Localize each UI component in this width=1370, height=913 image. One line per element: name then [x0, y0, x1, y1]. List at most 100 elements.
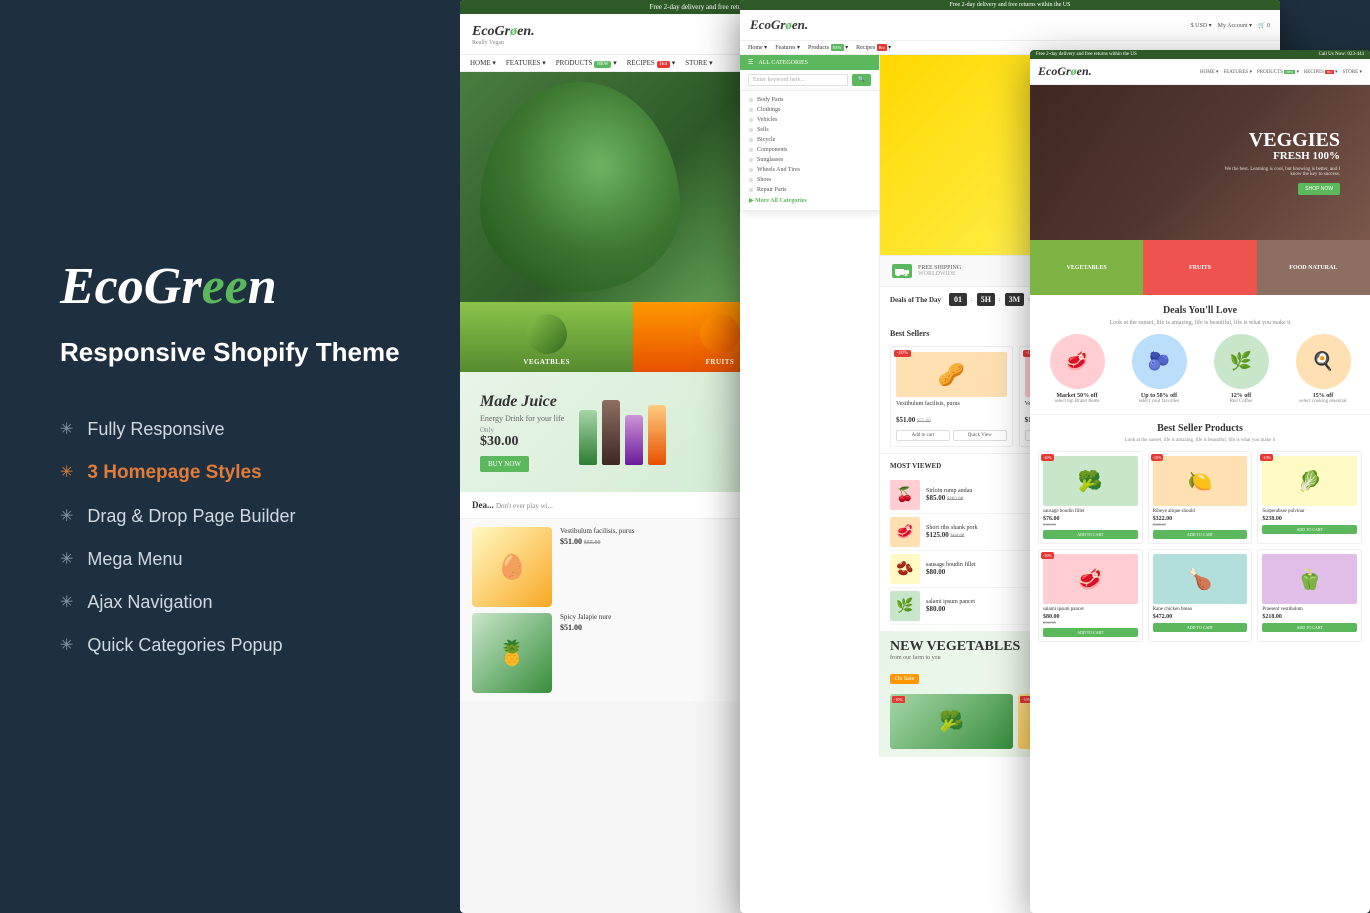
mock3-deals: Deals You'll Love Look at the sunset, li…	[1030, 295, 1370, 414]
mock3-shop-now-btn[interactable]: SHOP NOW	[1298, 183, 1340, 195]
mock2-mv-info-3: sausage boudin fillet $80.00	[926, 562, 976, 576]
mock2-mv-price-3: $80.00	[926, 568, 976, 576]
mock2-mv-price-2: $125.00 $64.00	[926, 531, 978, 539]
mock2-mv-price-4: $80.00	[926, 605, 975, 613]
mock3-prod-name-2: Ribeye alique should	[1153, 509, 1248, 514]
left-panel: EcoGreen Responsive Shopify Theme ✳ Full…	[0, 0, 460, 913]
mock2-nav-home[interactable]: Home ▾	[748, 44, 767, 51]
mock2-account[interactable]: My Account ▾	[1218, 22, 1252, 29]
mock3-deal-desc-3: select cooking essential	[1284, 399, 1362, 404]
mock2-topbar: Free 2-day delivery and free returns wit…	[740, 0, 1280, 10]
mock2-mv-old-1: $102.00	[947, 497, 963, 502]
mock2-dropdown: Body Parts Clothings Vehicles Sells Bicy…	[740, 90, 880, 211]
mock2-drop-6[interactable]: Components	[741, 145, 879, 155]
mock2-mv-img-2: 🥩	[890, 517, 920, 547]
mock2-veg-badge-1: -10%	[892, 696, 905, 703]
mock3-product-3: -10% 🥬 Suspendisse pulvinar $238.00 ADD …	[1257, 451, 1362, 544]
mock1-nav-products[interactable]: PRODUCTS NEW ▾	[556, 59, 617, 67]
mock3-deals-row: 🥩 Market 50% off select top Brand Items …	[1038, 334, 1362, 404]
timer-h: 01	[949, 293, 967, 306]
feature-item-3: ✳ Mega Menu	[60, 549, 410, 570]
mock2-drop-5[interactable]: Bicycle	[741, 135, 879, 145]
mock2-search-input[interactable]: Enter keyword here...	[748, 74, 848, 86]
feature-item-1: ✳ 3 Homepage Styles	[60, 462, 410, 484]
mock2-sidebar: ☰ ALL CATEGORIES Enter keyword here... 🔍…	[740, 55, 880, 757]
mock2-drop-3[interactable]: Vehicles	[741, 115, 879, 125]
mock2-nav-features[interactable]: Features ▾	[775, 44, 800, 51]
mock2-mv-info-2: Short ribs shank pork $125.00 $64.00	[926, 525, 978, 539]
mock3-add-cart-6[interactable]: ADD TO CART	[1262, 623, 1357, 632]
mock1-nav-features[interactable]: FEATURES ▾	[506, 59, 546, 67]
mock3-add-cart-2[interactable]: ADD TO CART	[1153, 530, 1248, 539]
mock3-recipes-nav[interactable]: RECIPES Hot ▾	[1304, 69, 1338, 75]
mock3-badge-4: -10%	[1041, 552, 1054, 559]
mock2-quick-view-1[interactable]: Quick View	[953, 430, 1007, 441]
mock3-hero-fresh: FRESH 100%	[1220, 150, 1340, 162]
mock3-deal-desc-2: Red Coffee	[1202, 399, 1280, 404]
mock3-products-nav[interactable]: PRODUCTS NEW ▾	[1257, 69, 1299, 75]
mock1-juice-text: Made Juice Energy Drink for your life On…	[480, 393, 564, 472]
mock3-deal-0: 🥩 Market 50% off select top Brand Items	[1038, 334, 1116, 404]
feature-label-3: Mega Menu	[87, 549, 182, 570]
bullet-icon-2: ✳	[60, 509, 73, 525]
mock3-products-grid: -10% 🥦 sausage boudin fillet $76.00 $100…	[1038, 451, 1362, 642]
mock3-store-nav[interactable]: STORE ▾	[1342, 69, 1362, 75]
feature-label-2: Drag & Drop Page Builder	[87, 506, 295, 527]
mock3-features-nav[interactable]: FEATURES ▾	[1223, 69, 1252, 75]
bottle-2	[602, 400, 620, 465]
mock3-cat-veg[interactable]: VEGETABLES	[1030, 240, 1143, 295]
mock2-drop-10[interactable]: Repair Parts	[741, 185, 879, 195]
mock2-drop-more[interactable]: ▶ More All Categories	[741, 195, 879, 206]
mock2-mv-title: MOST VIEWED	[890, 462, 941, 470]
mock2-veg-badge: On Sale	[890, 674, 919, 684]
brand-green-letter: ee	[202, 258, 248, 315]
feature-label-4: Ajax Navigation	[87, 592, 212, 613]
mock3-badge-1: -10%	[1041, 454, 1054, 461]
mock1-nav-home[interactable]: HOME ▾	[470, 59, 496, 67]
mock2-drop-4[interactable]: Sells	[741, 125, 879, 135]
mock3-add-cart-4[interactable]: ADD TO CART	[1043, 628, 1138, 637]
mock3-deal-desc-0: select top Brand Items	[1038, 399, 1116, 404]
mock2-drop-9[interactable]: Shoes	[741, 175, 879, 185]
mock3-product-6: 🫑 Praesent vestibulum $218.00 ADD TO CAR…	[1257, 549, 1362, 642]
mock2-cart[interactable]: 🛒 0	[1258, 22, 1270, 29]
mock1-logo-block: EcoGrøen. Really Vegan	[472, 22, 535, 46]
mock2-nav-recipes[interactable]: Recipes Hot ▾	[856, 44, 891, 51]
mock2-mv-img-3: 🫘	[890, 554, 920, 584]
mock3-hero-bg: VEGGIES FRESH 100% We the best. Learning…	[1030, 85, 1370, 240]
mock2-drop-1[interactable]: Body Parts	[741, 95, 879, 105]
mock3-prod-name-6: Praesent vestibulum	[1262, 607, 1357, 612]
mock3-cat-fruit[interactable]: FRUITS	[1143, 240, 1256, 295]
mock3-add-cart-5[interactable]: ADD TO CART	[1153, 623, 1248, 632]
mock3-product-5: 🍗 Rane chicken breao $472.00 ADD TO CART	[1148, 549, 1253, 642]
mock3-topbar: Free 2-day delivery and free returns wit…	[1030, 50, 1370, 59]
mock3-home-nav[interactable]: HOME ▾	[1200, 69, 1218, 75]
brand-name: EcoGreen	[60, 257, 410, 316]
mock3-add-cart-3[interactable]: ADD TO CART	[1262, 525, 1357, 534]
mock2-nav-products[interactable]: Products NEW ▾	[808, 44, 848, 51]
mock2-mv-img-1: 🍒	[890, 480, 920, 510]
mock2-categories-bar[interactable]: ☰ ALL CATEGORIES	[740, 55, 879, 70]
mock1-logo: EcoGrøen.	[472, 24, 535, 39]
bullet-icon-4: ✳	[60, 595, 73, 611]
mock2-drop-8[interactable]: Wheels And Tires	[741, 165, 879, 175]
mock2-drop-2[interactable]: Clothings	[741, 105, 879, 115]
mock2-prod-name-1: Vestibulum facilisis, purus	[896, 401, 1007, 407]
mock2-currency[interactable]: $ USD ▾	[1191, 22, 1212, 29]
mock2-mv-price-1: $85.00 $102.00	[926, 494, 972, 502]
mock2-add-cart-1[interactable]: Add to cart	[896, 430, 950, 441]
mock3-cat-food[interactable]: FOOD NATURAL	[1257, 240, 1370, 295]
mock2-badge-1: -10%	[894, 350, 911, 357]
mock1-juice-sub: Energy Drink for your life	[480, 414, 564, 423]
mock1-nav-store[interactable]: STORE ▾	[685, 59, 712, 67]
mock1-juice-only: Only	[480, 426, 564, 434]
bottle-1	[579, 410, 597, 465]
bottle-4	[648, 405, 666, 465]
mock1-nav-recipes[interactable]: RECIPES Hot ▾	[627, 59, 676, 67]
mock2-search-btn[interactable]: 🔍	[852, 74, 871, 86]
mock1-juice-btn[interactable]: BUY NOW	[480, 456, 529, 472]
mock3-deal-3: 🍳 15% off select cooking essential	[1284, 334, 1362, 404]
mock3-product-4: -10% 🥩 salami ipsum pancet $80.00 $100.0…	[1038, 549, 1143, 642]
mock2-drop-7[interactable]: Sunglasses	[741, 155, 879, 165]
mock3-add-cart-1[interactable]: ADD TO CART	[1043, 530, 1138, 539]
